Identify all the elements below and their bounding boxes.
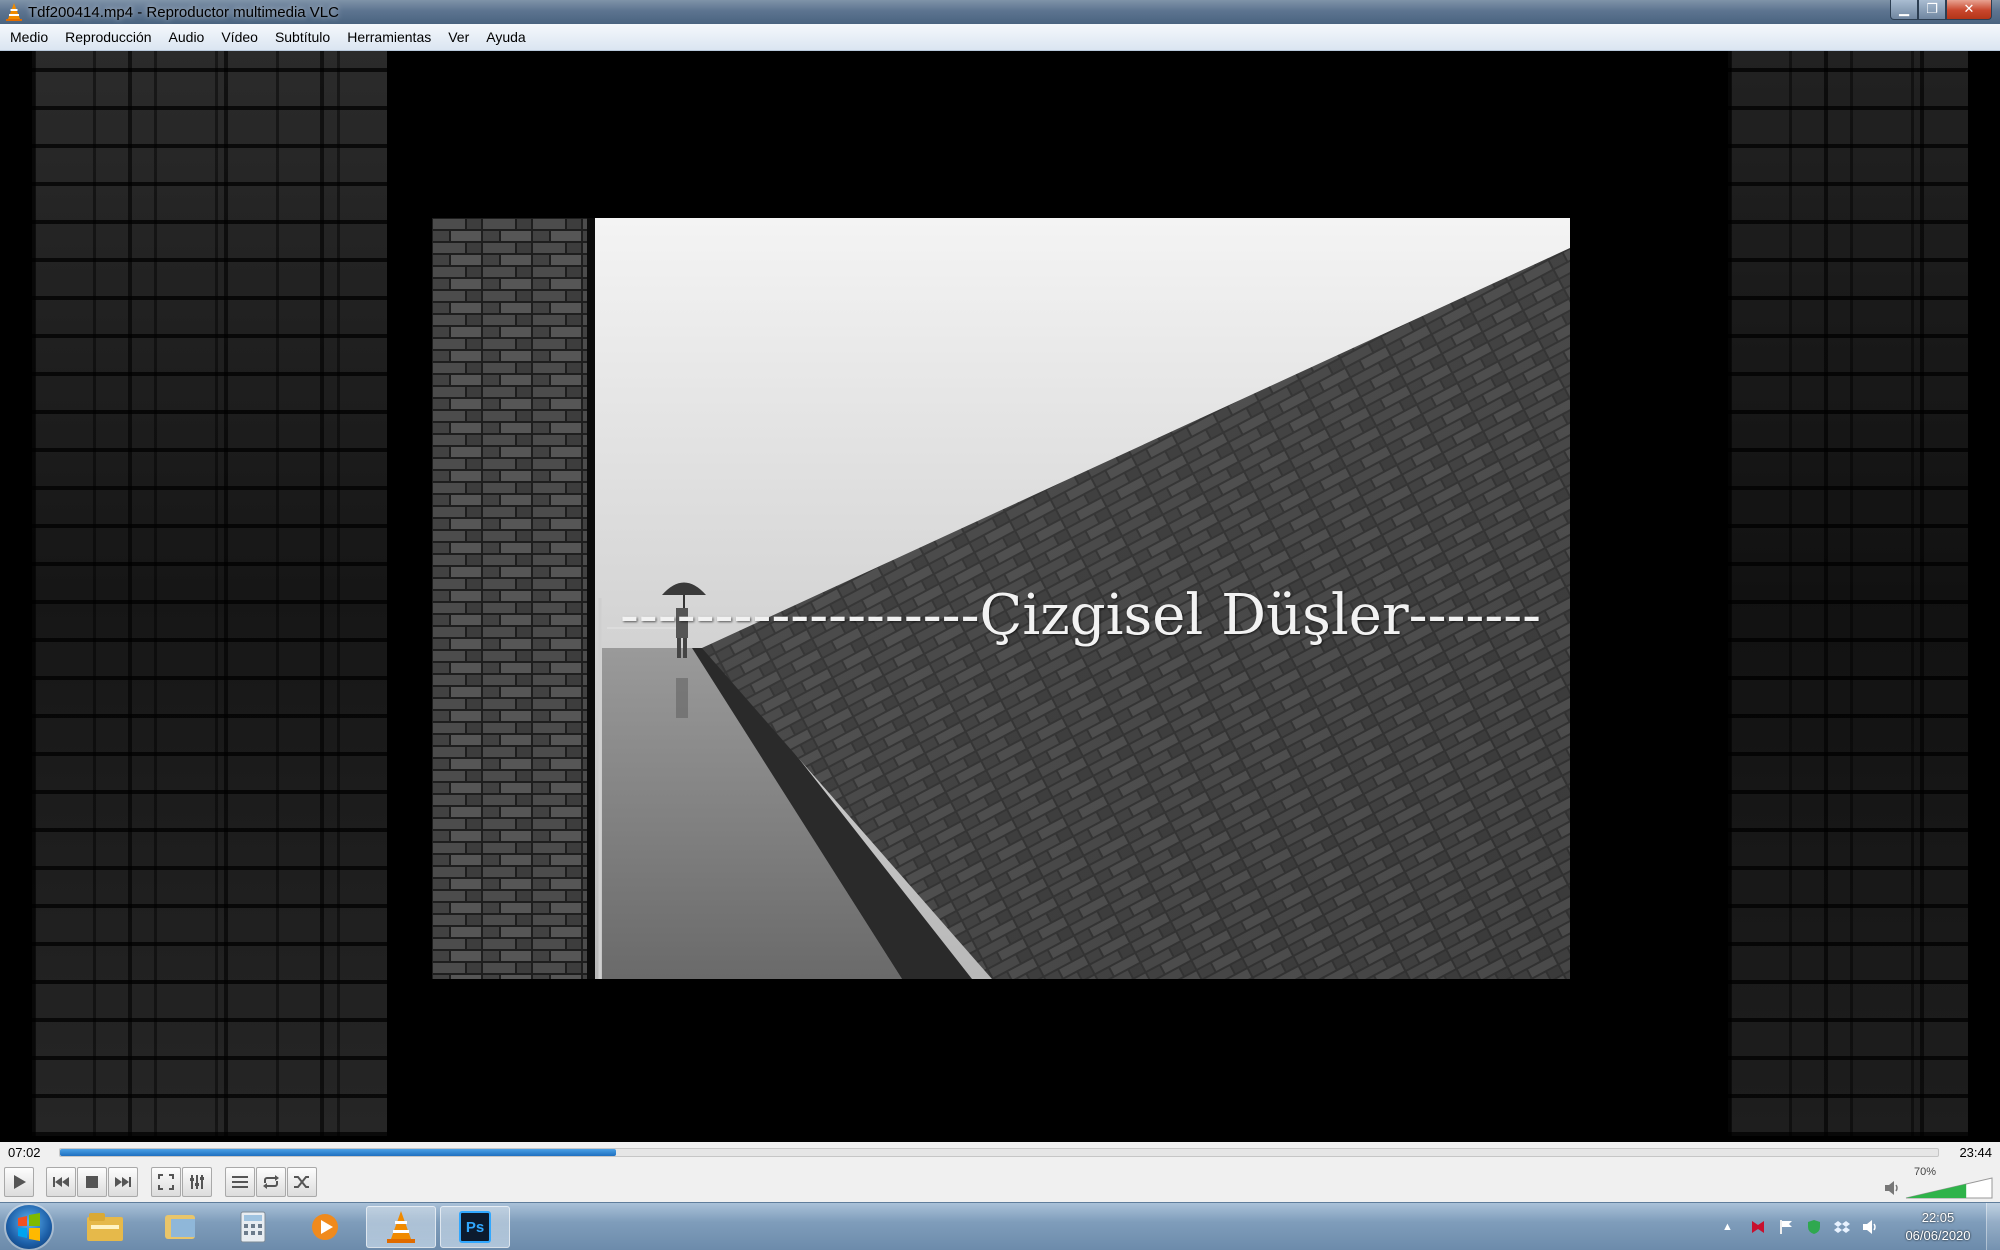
volume-control[interactable]: 70%: [1884, 1166, 1994, 1200]
close-button[interactable]: ✕: [1946, 0, 1992, 20]
clock-date: 06/06/2020: [1905, 1228, 1971, 1243]
vlc-icon: [387, 1211, 415, 1243]
menu-bar: Medio Reproducción Audio Vídeo Subtítulo…: [0, 24, 2000, 51]
restore-button[interactable]: ❐: [1918, 0, 1946, 20]
previous-icon: [53, 1177, 69, 1187]
mcafee-icon[interactable]: [1750, 1219, 1766, 1235]
close-icon: ✕: [1963, 2, 1975, 17]
loop-icon: [263, 1175, 279, 1189]
taskbar-photoshop[interactable]: Ps: [440, 1206, 510, 1248]
previous-button[interactable]: [46, 1167, 76, 1197]
taskbar-media-player[interactable]: [290, 1206, 360, 1248]
shuffle-icon: [294, 1176, 309, 1188]
seek-progress-fill: [60, 1148, 617, 1156]
menu-video[interactable]: Vídeo: [215, 29, 264, 45]
play-button[interactable]: [4, 1167, 34, 1197]
windows-logo-icon: [18, 1213, 40, 1241]
total-time: 23:44: [1959, 1144, 1992, 1160]
calculator-icon: [240, 1211, 266, 1243]
volume-slider[interactable]: [1904, 1176, 1994, 1200]
taskbar-vlc[interactable]: [366, 1206, 436, 1248]
elapsed-time: 07:02: [8, 1144, 41, 1160]
seek-row: 07:02 23:44: [0, 1142, 2000, 1162]
vlc-icon: [6, 3, 22, 21]
video-caption-text: -------------------Çizgisel Düşler------…: [620, 583, 1542, 648]
taskbar-calculator[interactable]: [218, 1206, 288, 1248]
menu-ver[interactable]: Ver: [442, 29, 475, 45]
seek-slider[interactable]: [59, 1147, 1939, 1157]
menu-audio[interactable]: Audio: [163, 29, 211, 45]
stop-icon: [86, 1176, 98, 1188]
stop-button[interactable]: [77, 1167, 107, 1197]
play-icon: [14, 1175, 26, 1189]
windows-taskbar: Ps ▲ 22:05 06/06/2020: [0, 1202, 2000, 1250]
background-stone-wall-right: [1728, 51, 1968, 1136]
restore-icon: ❐: [1926, 2, 1938, 17]
fullscreen-icon: [158, 1174, 174, 1190]
fullscreen-button[interactable]: [151, 1167, 181, 1197]
next-button[interactable]: [108, 1167, 138, 1197]
photoshop-icon: Ps: [459, 1211, 491, 1243]
minimize-icon: ▁: [1899, 2, 1909, 17]
title-bar: Tdf200414.mp4 - Reproductor multimedia V…: [0, 0, 2000, 24]
taskbar-explorer[interactable]: [70, 1206, 140, 1248]
system-tray: ▲ 22:05 06/06/2020: [1722, 1203, 2000, 1250]
action-center-flag-icon[interactable]: [1778, 1219, 1794, 1235]
menu-ayuda[interactable]: Ayuda: [480, 29, 531, 45]
taskbar-libraries[interactable]: [146, 1206, 216, 1248]
tray-clock[interactable]: 22:05 06/06/2020: [1890, 1209, 1986, 1245]
clock-time: 22:05: [1921, 1210, 1955, 1225]
menu-medio[interactable]: Medio: [4, 29, 54, 45]
playlist-button[interactable]: [225, 1167, 255, 1197]
minimize-button[interactable]: ▁: [1890, 0, 1918, 20]
equalizer-icon: [190, 1175, 204, 1189]
show-desktop-button[interactable]: [1986, 1203, 2000, 1250]
playlist-icon: [232, 1176, 248, 1188]
start-button[interactable]: [6, 1205, 52, 1249]
explorer-icon: [87, 1213, 123, 1241]
shuffle-button[interactable]: [287, 1167, 317, 1197]
libraries-icon: [165, 1215, 195, 1239]
background-stone-wall-left: [32, 51, 387, 1136]
playback-controls: 70%: [0, 1162, 2000, 1202]
loop-button[interactable]: [256, 1167, 286, 1197]
menu-reproduccion[interactable]: Reproducción: [59, 29, 157, 45]
dropbox-icon[interactable]: [1834, 1219, 1850, 1235]
security-shield-icon[interactable]: [1806, 1219, 1822, 1235]
menu-herramientas[interactable]: Herramientas: [341, 29, 437, 45]
photoshop-label: Ps: [465, 1218, 485, 1236]
next-icon: [115, 1177, 131, 1187]
window-title: Tdf200414.mp4 - Reproductor multimedia V…: [28, 3, 339, 21]
menu-subtitulo[interactable]: Subtítulo: [269, 29, 336, 45]
volume-tray-icon[interactable]: [1862, 1219, 1878, 1235]
extended-settings-button[interactable]: [182, 1167, 212, 1197]
video-display[interactable]: -------------------Çizgisel Düşler------…: [0, 51, 2000, 1142]
media-player-icon: [312, 1214, 338, 1240]
speaker-icon[interactable]: [1884, 1180, 1900, 1196]
show-hidden-icons-icon[interactable]: ▲: [1722, 1219, 1738, 1235]
